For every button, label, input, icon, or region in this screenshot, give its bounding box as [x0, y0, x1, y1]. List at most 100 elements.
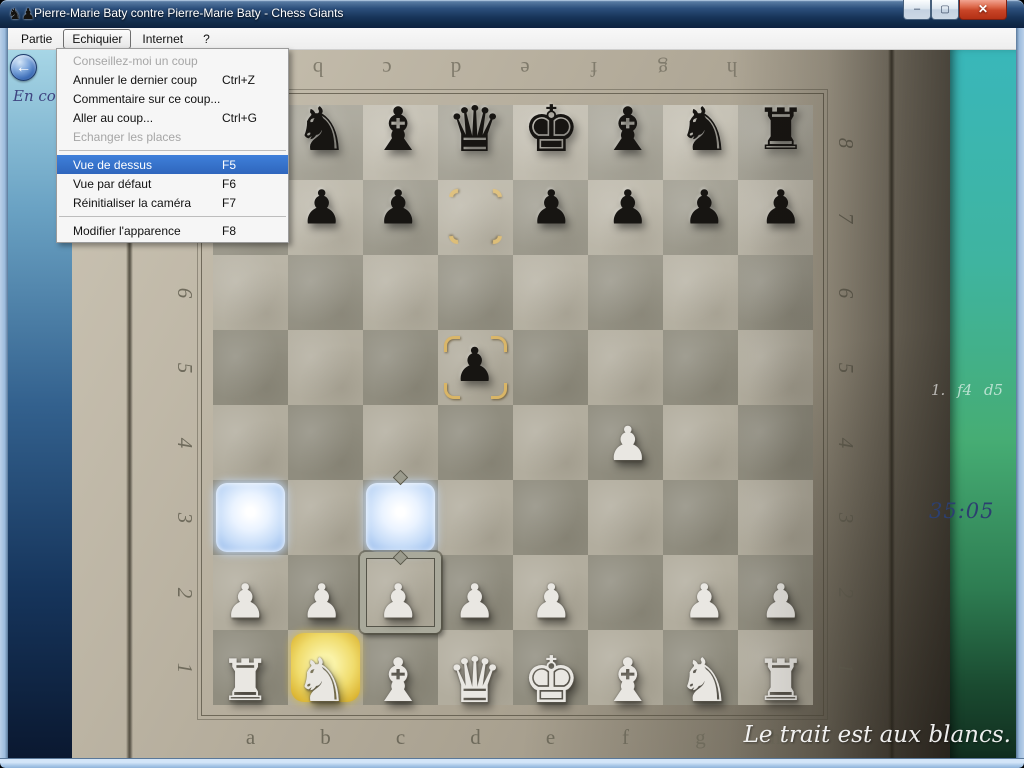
piece-black-pawn-g7[interactable]: ♟ [667, 171, 742, 246]
file-label-top-g: g [652, 56, 674, 82]
menu-item-echanger-les-places[interactable]: Echanger les places [57, 127, 288, 146]
square-e3[interactable] [513, 480, 588, 555]
piece-white-pawn-a2[interactable]: ♟ [208, 564, 283, 639]
menu-item-r-initialiser-la-cam-ra[interactable]: Réinitialiser la caméraF7 [57, 193, 288, 212]
piece-white-rook-a1[interactable]: ♜ [208, 643, 283, 718]
square-e4[interactable] [513, 405, 588, 480]
square-h3[interactable] [738, 480, 813, 555]
square-h4[interactable] [738, 405, 813, 480]
piece-white-knight-g1[interactable]: ♞ [667, 643, 742, 718]
square-g5[interactable] [663, 330, 738, 405]
piece-black-pawn-h7[interactable]: ♟ [743, 171, 818, 246]
rank-label-right-8: 8 [833, 132, 859, 154]
square-f3[interactable] [588, 480, 663, 555]
table-groove-right [888, 50, 895, 758]
piece-black-pawn-b7[interactable]: ♟ [284, 171, 359, 246]
square-c6[interactable] [363, 255, 438, 330]
square-e6[interactable] [513, 255, 588, 330]
rank-label-left-6: 6 [172, 282, 198, 304]
square-c5[interactable] [363, 330, 438, 405]
rank-label-left-2: 2 [172, 582, 198, 604]
menu-item-shortcut: F7 [222, 196, 274, 210]
piece-white-rook-h1[interactable]: ♜ [743, 643, 818, 718]
menu-item-aller-au-coup[interactable]: Aller au coup...Ctrl+G [57, 108, 288, 127]
square-d3[interactable] [438, 480, 513, 555]
piece-white-pawn-c2[interactable]: ♟ [361, 564, 436, 639]
menu-item-modifier-l-apparence[interactable]: Modifier l'apparenceF8 [57, 221, 288, 240]
square-g4[interactable] [663, 405, 738, 480]
rank-label-right-6: 6 [833, 282, 859, 304]
minimize-button[interactable]: – [903, 0, 931, 20]
piece-black-pawn-d5[interactable]: ♟ [437, 328, 512, 403]
menu-item-label: Commentaire sur ce coup... [73, 92, 222, 106]
legal-move-glow [366, 483, 435, 552]
menubar-item-echiquier[interactable]: Echiquier [63, 29, 131, 49]
piece-black-pawn-c7[interactable]: ♟ [361, 171, 436, 246]
piece-white-pawn-b2[interactable]: ♟ [284, 564, 359, 639]
turn-message: Le trait est aux blancs. [744, 722, 1011, 748]
square-h6[interactable] [738, 255, 813, 330]
game-clock: 35:05 [929, 499, 995, 523]
piece-white-pawn-h2[interactable]: ♟ [743, 564, 818, 639]
menu-item-conseillez-moi-un-coup[interactable]: Conseillez-moi un coup [57, 51, 288, 70]
square-e5[interactable] [513, 330, 588, 405]
menu-item-commentaire-sur-ce-coup[interactable]: Commentaire sur ce coup... [57, 89, 288, 108]
chess-board[interactable]: ♜♞♝♛♚♝♞♜♟♟♟♟♟♟♟♟♟♟♟♟♟♟♟♟♜♞♝♛♚♝♞♜ [213, 105, 813, 705]
piece-white-king-e1[interactable]: ♚ [514, 643, 589, 718]
piece-white-bishop-f1[interactable]: ♝ [590, 643, 665, 718]
square-h5[interactable] [738, 330, 813, 405]
file-label-bottom-e: e [540, 724, 562, 750]
piece-white-pawn-f4[interactable]: ♟ [590, 407, 665, 482]
file-label-top-h: h [721, 56, 743, 82]
menubar-item-internet[interactable]: Internet [133, 29, 192, 49]
square-f5[interactable] [588, 330, 663, 405]
piece-black-pawn-e7[interactable]: ♟ [514, 171, 589, 246]
echiquier-menu-popup: Conseillez-moi un coupAnnuler le dernier… [56, 48, 289, 243]
menubar-item-?[interactable]: ? [194, 29, 219, 49]
piece-black-rook-h8[interactable]: ♜ [743, 92, 818, 167]
piece-black-bishop-c8[interactable]: ♝ [361, 92, 436, 167]
menu-item-label: Annuler le dernier coup [73, 73, 222, 87]
square-b5[interactable] [288, 330, 363, 405]
piece-black-pawn-f7[interactable]: ♟ [590, 171, 665, 246]
piece-white-queen-d1[interactable]: ♛ [437, 643, 512, 718]
menubar-item-partie[interactable]: Partie [12, 29, 61, 49]
menu-item-shortcut: F8 [222, 224, 274, 238]
piece-white-bishop-c1[interactable]: ♝ [361, 643, 436, 718]
menu-separator [57, 146, 288, 155]
menu-item-label: Vue de dessus [73, 158, 222, 172]
square-f2[interactable] [588, 555, 663, 630]
piece-black-knight-b8[interactable]: ♞ [284, 92, 359, 167]
square-g6[interactable] [663, 255, 738, 330]
piece-white-pawn-g2[interactable]: ♟ [667, 564, 742, 639]
square-g3[interactable] [663, 480, 738, 555]
square-b4[interactable] [288, 405, 363, 480]
titlebar[interactable]: ♞♟ Pierre-Marie Baty contre Pierre-Marie… [0, 0, 1024, 28]
piece-black-queen-d8[interactable]: ♛ [437, 92, 512, 167]
square-b3[interactable] [288, 480, 363, 555]
piece-black-bishop-f8[interactable]: ♝ [590, 92, 665, 167]
square-d4[interactable] [438, 405, 513, 480]
piece-black-king-e8[interactable]: ♚ [514, 92, 589, 167]
close-button[interactable]: ✕ [959, 0, 1007, 20]
file-label-top-b: b [307, 56, 329, 82]
square-a5[interactable] [213, 330, 288, 405]
square-d6[interactable] [438, 255, 513, 330]
move-origin-marker [482, 186, 506, 210]
menu-item-vue-de-dessus[interactable]: Vue de dessusF5 [57, 155, 288, 174]
maximize-button[interactable]: ▢ [931, 0, 959, 20]
piece-white-knight-b1[interactable]: ♞ [284, 643, 359, 718]
menu-item-label: Réinitialiser la caméra [73, 196, 222, 210]
rank-label-right-3: 3 [833, 507, 859, 529]
rank-label-right-5: 5 [833, 357, 859, 379]
piece-black-knight-g8[interactable]: ♞ [667, 92, 742, 167]
square-b6[interactable] [288, 255, 363, 330]
back-arrow-button[interactable]: ← [10, 54, 37, 81]
piece-white-pawn-e2[interactable]: ♟ [514, 564, 589, 639]
square-a6[interactable] [213, 255, 288, 330]
square-f6[interactable] [588, 255, 663, 330]
menu-item-vue-par-d-faut[interactable]: Vue par défautF6 [57, 174, 288, 193]
menu-item-annuler-le-dernier-coup[interactable]: Annuler le dernier coupCtrl+Z [57, 70, 288, 89]
piece-white-pawn-d2[interactable]: ♟ [437, 564, 512, 639]
square-a4[interactable] [213, 405, 288, 480]
